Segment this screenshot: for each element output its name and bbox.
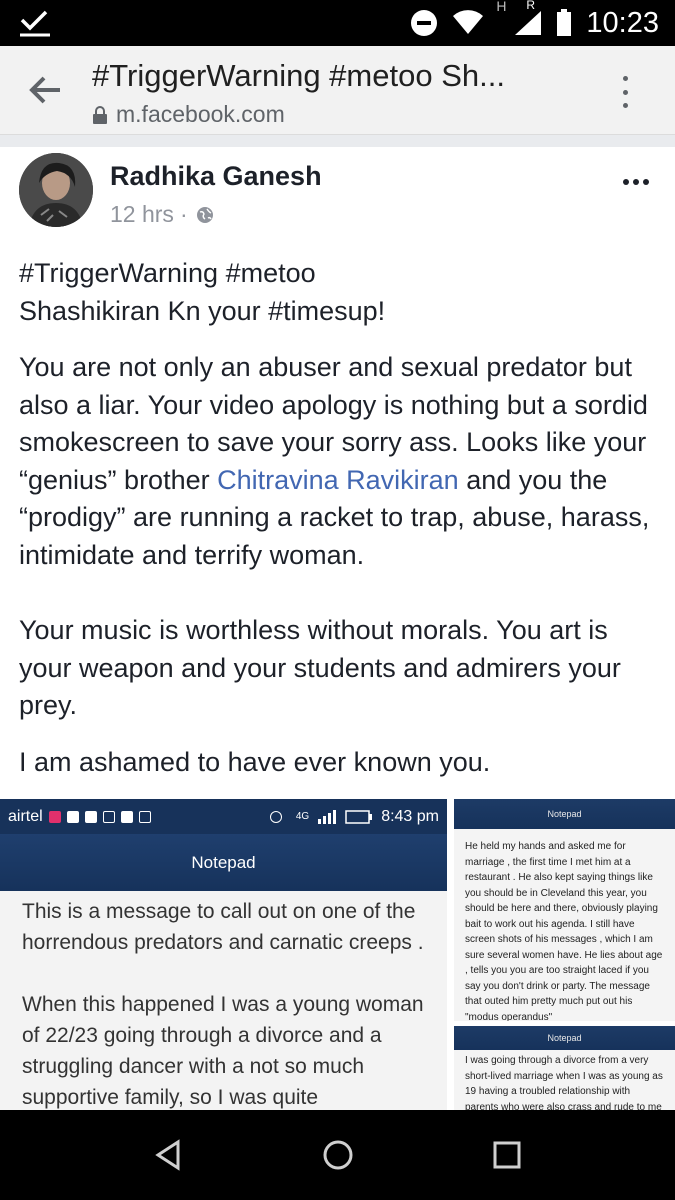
- photo-signal-icon: [318, 809, 337, 824]
- post-meta: 12 hrs ·: [110, 201, 214, 228]
- clock: 10:23: [586, 6, 659, 39]
- mail-icon: [138, 810, 151, 823]
- photo-time: 8:43 pm: [381, 807, 439, 825]
- cell-signal-icon: H R: [496, 0, 542, 36]
- gallery-icon: [102, 810, 115, 823]
- post-paragraph-2: You are not only an abuser and sexual pr…: [19, 349, 659, 574]
- post-card: Radhika Ganesh 12 hrs · #TriggerWarning …: [0, 135, 675, 1122]
- photo-carrier: airtel: [8, 807, 43, 825]
- status-bar: H R 10:23: [0, 0, 675, 46]
- photo-paragraph-2: When this happened I was a young woman o…: [22, 993, 424, 1109]
- nav-recents-icon[interactable]: [490, 1138, 524, 1172]
- photo-status-bar: airtel 4G 8:43 pm: [0, 799, 447, 834]
- message-icon: [66, 810, 79, 823]
- author-name[interactable]: Radhika Ganesh: [110, 161, 322, 192]
- photo-paragraph-1: This is a message to call out on one of …: [22, 900, 424, 954]
- post-paragraph-4: I am ashamed to have ever known you.: [19, 747, 491, 777]
- url-text: m.facebook.com: [116, 101, 285, 127]
- navigation-bar: [0, 1110, 675, 1200]
- attached-photo-2[interactable]: Notepad He held my hands and asked me fo…: [454, 799, 675, 1021]
- nav-home-icon[interactable]: [321, 1138, 355, 1172]
- overflow-menu-icon[interactable]: [613, 76, 637, 108]
- back-arrow-icon[interactable]: [26, 74, 64, 106]
- photo-network: 4G: [295, 811, 310, 822]
- post-time[interactable]: 12 hrs: [110, 201, 174, 228]
- post-paragraph-1-line-1: #TriggerWarning #metoo: [19, 258, 316, 288]
- post-options-icon[interactable]: [623, 179, 649, 185]
- network-r-label: R: [526, 0, 536, 12]
- photo-2-text: He held my hands and asked me for marria…: [465, 841, 663, 1021]
- twitter-icon: [120, 810, 133, 823]
- checkmark-icon: [20, 10, 50, 37]
- battery-icon: [556, 9, 572, 37]
- photo-3-text: I was going through a divorce from a ver…: [465, 1055, 663, 1113]
- photo-notepad-title: Notepad: [0, 834, 447, 891]
- globe-icon: [196, 206, 213, 223]
- meta-separator: ·: [179, 201, 188, 227]
- attached-photo-3[interactable]: Notepad I was going through a divorce fr…: [454, 1026, 675, 1122]
- page-title: #TriggerWarning #metoo Sh...: [92, 58, 505, 93]
- wifi-icon: [452, 10, 484, 36]
- do-not-disturb-icon: [410, 9, 438, 37]
- photo-2-title: Notepad: [454, 799, 675, 829]
- facebook-icon: [84, 810, 97, 823]
- url-bar[interactable]: m.facebook.com: [92, 101, 285, 128]
- browser-toolbar: #TriggerWarning #metoo Sh... m.facebook.…: [0, 46, 675, 135]
- nav-back-icon[interactable]: [152, 1138, 186, 1172]
- network-h-label: H: [496, 0, 507, 14]
- attached-photo-main[interactable]: airtel 4G 8:43 pm Notepad This is a mess…: [0, 799, 447, 1122]
- avatar[interactable]: [19, 153, 93, 227]
- post-paragraph-3: Your music is worthless without morals. …: [19, 615, 621, 720]
- instagram-icon: [48, 810, 61, 823]
- mention-link[interactable]: Chitravina Ravikiran: [217, 465, 459, 495]
- photo-3-title: Notepad: [454, 1026, 675, 1050]
- alarm-icon: [269, 810, 282, 823]
- lock-icon: [93, 105, 107, 124]
- photo-notepad-text: This is a message to call out on one of …: [0, 891, 447, 1113]
- photo-battery-icon: [345, 809, 373, 824]
- post-paragraph-1-line-2: Shashikiran Kn your #timesup!: [19, 295, 386, 326]
- post-paragraph-1: #TriggerWarning #metoo Shashikiran Kn yo…: [19, 255, 659, 330]
